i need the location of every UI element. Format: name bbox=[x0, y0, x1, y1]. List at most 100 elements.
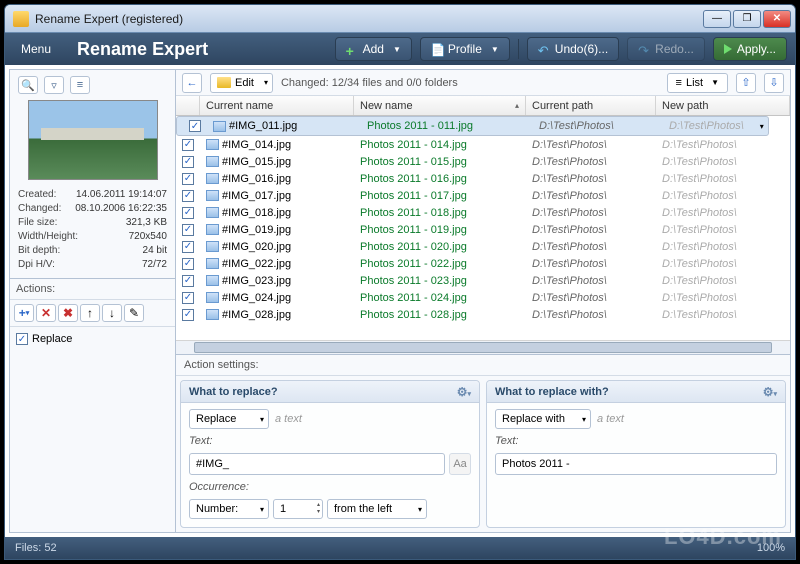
replace-text-input[interactable] bbox=[189, 453, 445, 475]
checkbox-icon[interactable]: ✓ bbox=[189, 120, 201, 132]
col-current-name[interactable]: Current name bbox=[200, 96, 354, 115]
col-new-name[interactable]: New name▴ bbox=[354, 96, 526, 115]
replacewith-text-input[interactable] bbox=[495, 453, 777, 475]
gear-icon[interactable]: ⚙▾ bbox=[763, 385, 777, 399]
replace-mode-select[interactable]: Replace bbox=[189, 409, 269, 429]
menu-button[interactable]: Menu bbox=[13, 38, 59, 60]
current-path: D:\Test\Photos\ bbox=[526, 292, 656, 304]
file-icon bbox=[206, 207, 219, 218]
grid-header: Current name New name▴ Current path New … bbox=[176, 96, 790, 116]
table-row[interactable]: ✓#IMG_020.jpgPhotos 2011 - 020.jpgD:\Tes… bbox=[176, 238, 790, 255]
action-up-button[interactable]: ↑ bbox=[80, 304, 100, 322]
changed-label: Changed: 12/34 files and 0/0 folders bbox=[281, 77, 458, 89]
redo-button[interactable]: ↷Redo... bbox=[627, 37, 705, 61]
table-row[interactable]: ✓#IMG_011.jpgPhotos 2011 - 011.jpgD:\Tes… bbox=[176, 116, 769, 136]
horizontal-scrollbar[interactable] bbox=[176, 340, 790, 354]
case-toggle[interactable]: Aa bbox=[449, 453, 471, 475]
current-name: #IMG_023.jpg bbox=[222, 275, 291, 287]
current-name: #IMG_028.jpg bbox=[222, 309, 291, 321]
profile-button[interactable]: 📄Profile▼ bbox=[420, 37, 510, 61]
gear-icon[interactable]: ⚙▾ bbox=[457, 385, 471, 399]
table-row[interactable]: ✓#IMG_016.jpgPhotos 2011 - 016.jpgD:\Tes… bbox=[176, 170, 790, 187]
action-clear-button[interactable]: ✖ bbox=[58, 304, 78, 322]
table-row[interactable]: ✓#IMG_024.jpgPhotos 2011 - 024.jpgD:\Tes… bbox=[176, 289, 790, 306]
nav-back-button[interactable]: ← bbox=[182, 73, 202, 93]
action-delete-button[interactable]: ✕ bbox=[36, 304, 56, 322]
current-name: #IMG_024.jpg bbox=[222, 292, 291, 304]
new-name: Photos 2011 - 011.jpg bbox=[361, 120, 533, 132]
move-up-button[interactable]: ⇧ bbox=[736, 73, 756, 93]
menubar: Menu Rename Expert +Add▼ 📄Profile▼ ↶Undo… bbox=[5, 33, 795, 65]
replace-source-title: What to replace? bbox=[189, 386, 278, 398]
checkbox-icon[interactable]: ✓ bbox=[182, 139, 194, 151]
checkbox-icon[interactable]: ✓ bbox=[182, 292, 194, 304]
action-edit-button[interactable]: ✎ bbox=[124, 304, 144, 322]
table-row[interactable]: ✓#IMG_018.jpgPhotos 2011 - 018.jpgD:\Tes… bbox=[176, 204, 790, 221]
list-tool[interactable]: ≡ bbox=[70, 76, 90, 94]
action-item[interactable]: ✓ Replace bbox=[14, 331, 171, 347]
occurrence-number-input[interactable]: 1 bbox=[273, 499, 323, 519]
replace-target-box: What to replace with?⚙▾ Replace witha te… bbox=[486, 380, 786, 528]
current-path: D:\Test\Photos\ bbox=[526, 258, 656, 270]
brand-label: Rename Expert bbox=[67, 39, 327, 60]
meta-changed-val: 08.10.2006 16:22:35 bbox=[75, 202, 167, 216]
table-row[interactable]: ✓#IMG_022.jpgPhotos 2011 - 022.jpgD:\Tes… bbox=[176, 255, 790, 272]
checkbox-icon[interactable]: ✓ bbox=[182, 224, 194, 236]
checkbox-icon[interactable]: ✓ bbox=[182, 258, 194, 270]
checkbox-icon[interactable]: ✓ bbox=[182, 309, 194, 321]
add-label: Add bbox=[363, 42, 384, 56]
folder-icon bbox=[217, 77, 231, 88]
table-row[interactable]: ✓ #IMG_023.jpg Photos 2011 - 023.jpg D:\Tes… bbox=[176, 272, 790, 289]
checkbox-icon[interactable]: ✓ bbox=[182, 156, 194, 168]
maximize-button[interactable]: ❐ bbox=[733, 10, 761, 28]
checkbox-icon[interactable]: ✓ bbox=[16, 333, 28, 345]
zoom-tool[interactable]: 🔍 bbox=[18, 76, 38, 94]
filter-tool[interactable]: ▿ bbox=[44, 76, 64, 94]
new-path: D:\Test\Photos\ bbox=[656, 224, 790, 236]
status-zoom: 100% bbox=[757, 542, 785, 554]
table-row[interactable]: ✓#IMG_017.jpgPhotos 2011 - 017.jpgD:\Tes… bbox=[176, 187, 790, 204]
table-row[interactable]: ✓#IMG_015.jpgPhotos 2011 - 015.jpgD:\Tes… bbox=[176, 153, 790, 170]
occurrence-from-select[interactable]: from the left bbox=[327, 499, 427, 519]
view-list-button[interactable]: ≡List▼ bbox=[667, 73, 728, 93]
move-down-button[interactable]: ⇩ bbox=[764, 73, 784, 93]
occurrence-mode-select[interactable]: Number: bbox=[189, 499, 269, 519]
undo-button[interactable]: ↶Undo(6)... bbox=[527, 37, 619, 61]
close-button[interactable]: ✕ bbox=[763, 10, 791, 28]
checkbox-icon[interactable]: ✓ bbox=[182, 275, 194, 287]
action-add-button[interactable]: +▾ bbox=[14, 304, 34, 322]
current-path: D:\Test\Photos\ bbox=[526, 207, 656, 219]
settings-header: Action settings: bbox=[176, 355, 790, 376]
new-name: Photos 2011 - 023.jpg bbox=[354, 275, 526, 287]
current-path: D:\Test\Photos\ bbox=[526, 241, 656, 253]
col-check[interactable] bbox=[176, 96, 200, 115]
grid-body[interactable]: ✓#IMG_011.jpgPhotos 2011 - 011.jpgD:\Tes… bbox=[176, 116, 790, 340]
checkbox-icon[interactable]: ✓ bbox=[182, 173, 194, 185]
replacewith-mode-select[interactable]: Replace with bbox=[495, 409, 591, 429]
new-name: Photos 2011 - 019.jpg bbox=[354, 224, 526, 236]
profile-label: Profile bbox=[448, 42, 482, 56]
minimize-button[interactable]: — bbox=[703, 10, 731, 28]
separator bbox=[518, 39, 519, 59]
checkbox-icon[interactable]: ✓ bbox=[182, 190, 194, 202]
replacewith-mode-hint: a text bbox=[597, 413, 624, 425]
new-path: D:\Test\Photos\ bbox=[656, 139, 790, 151]
col-new-path[interactable]: New path bbox=[656, 96, 790, 115]
new-path: D:\Test\Photos\ bbox=[656, 275, 790, 287]
table-row[interactable]: ✓#IMG_028.jpgPhotos 2011 - 028.jpgD:\Tes… bbox=[176, 306, 790, 323]
action-down-button[interactable]: ↓ bbox=[102, 304, 122, 322]
app-icon bbox=[13, 11, 29, 27]
table-row[interactable]: ✓#IMG_014.jpgPhotos 2011 - 014.jpgD:\Tes… bbox=[176, 136, 790, 153]
current-name: #IMG_022.jpg bbox=[222, 258, 291, 270]
new-path: D:\Test\Photos\ bbox=[656, 292, 790, 304]
col-current-path[interactable]: Current path bbox=[526, 96, 656, 115]
add-button[interactable]: +Add▼ bbox=[335, 37, 412, 61]
titlebar[interactable]: Rename Expert (registered) — ❐ ✕ bbox=[5, 5, 795, 33]
checkbox-icon[interactable]: ✓ bbox=[182, 241, 194, 253]
apply-label: Apply... bbox=[737, 42, 776, 56]
apply-button[interactable]: Apply... bbox=[713, 37, 787, 61]
checkbox-icon[interactable]: ✓ bbox=[182, 207, 194, 219]
current-path: D:\Test\Photos\ bbox=[533, 120, 663, 132]
edit-dropdown[interactable]: Edit bbox=[210, 73, 273, 93]
table-row[interactable]: ✓#IMG_019.jpgPhotos 2011 - 019.jpgD:\Tes… bbox=[176, 221, 790, 238]
